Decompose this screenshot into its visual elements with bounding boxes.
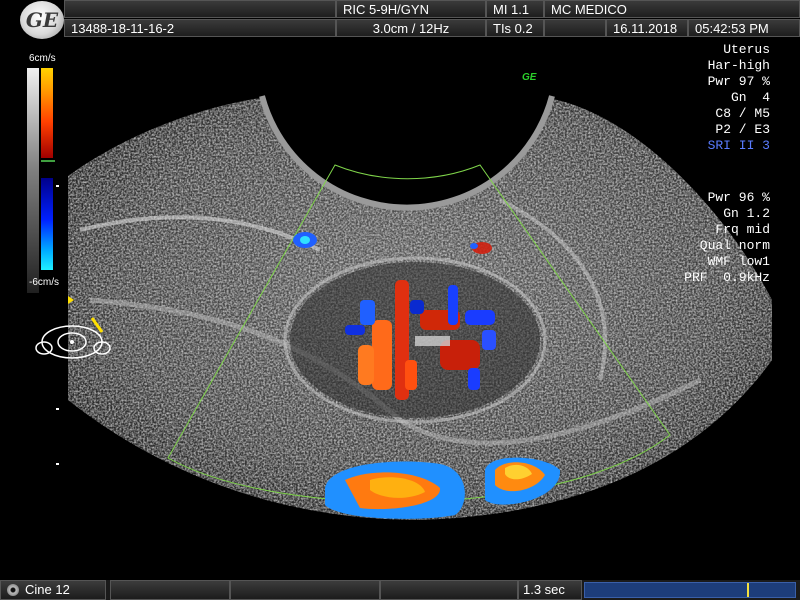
cine-label: Cine 12: [25, 582, 70, 597]
cine-scrubber[interactable]: [584, 582, 796, 598]
ultrasound-image: [68, 90, 772, 520]
param-preset: Uterus: [723, 42, 770, 57]
color-velocity-bar-positive: [41, 68, 53, 158]
cine-button-3[interactable]: [380, 580, 518, 600]
param-contrast: C8 / M5: [715, 106, 770, 121]
cine-bar: Cine 12 1.3 sec: [0, 580, 800, 600]
ge-small-mark: GE: [522, 72, 537, 83]
colorbar-bottom-label: -6cm/s: [29, 277, 59, 288]
color-param-quality: Qual norm: [699, 238, 770, 253]
cine-position-marker[interactable]: [747, 583, 749, 597]
cine-button-2[interactable]: [230, 580, 380, 600]
param-harmonics: Har-high: [707, 58, 770, 73]
param-persistence: P2 / E3: [715, 122, 770, 137]
colorbar-top-label: 6cm/s: [29, 53, 56, 64]
color-param-gain: Gn 1.2: [723, 206, 770, 221]
color-velocity-bar-negative: [41, 178, 53, 270]
param-gain: Gn 4: [730, 90, 770, 105]
color-baseline: [41, 160, 55, 162]
depth-tick: [56, 185, 59, 187]
cine-disc-icon: [7, 584, 19, 596]
color-param-wmf: WMF low1: [707, 254, 770, 269]
cine-button-1[interactable]: [110, 580, 230, 600]
depth-tick: [56, 408, 59, 410]
bmode-parameters: Uterus Har-high Pwr 97 % Gn 4 C8 / M5 P2…: [708, 42, 770, 154]
param-power: Pwr 97 %: [707, 74, 770, 89]
color-param-frequency: Frq mid: [715, 222, 770, 237]
depth-tick: [56, 463, 59, 465]
color-parameters: Pwr 96 % Gn 1.2 Frq mid Qual norm WMF lo…: [684, 190, 770, 286]
color-param-prf: PRF 0.9kHz: [684, 270, 770, 285]
cine-duration: 1.3 sec: [518, 580, 582, 600]
doppler-flow-bottom: [325, 457, 561, 519]
probe-orientation-icon: [35, 296, 111, 359]
cine-label-segment[interactable]: Cine 12: [0, 580, 106, 600]
param-sri: SRI II 3: [707, 138, 770, 153]
grayscale-bar: [27, 68, 39, 293]
color-param-power: Pwr 96 %: [707, 190, 770, 205]
